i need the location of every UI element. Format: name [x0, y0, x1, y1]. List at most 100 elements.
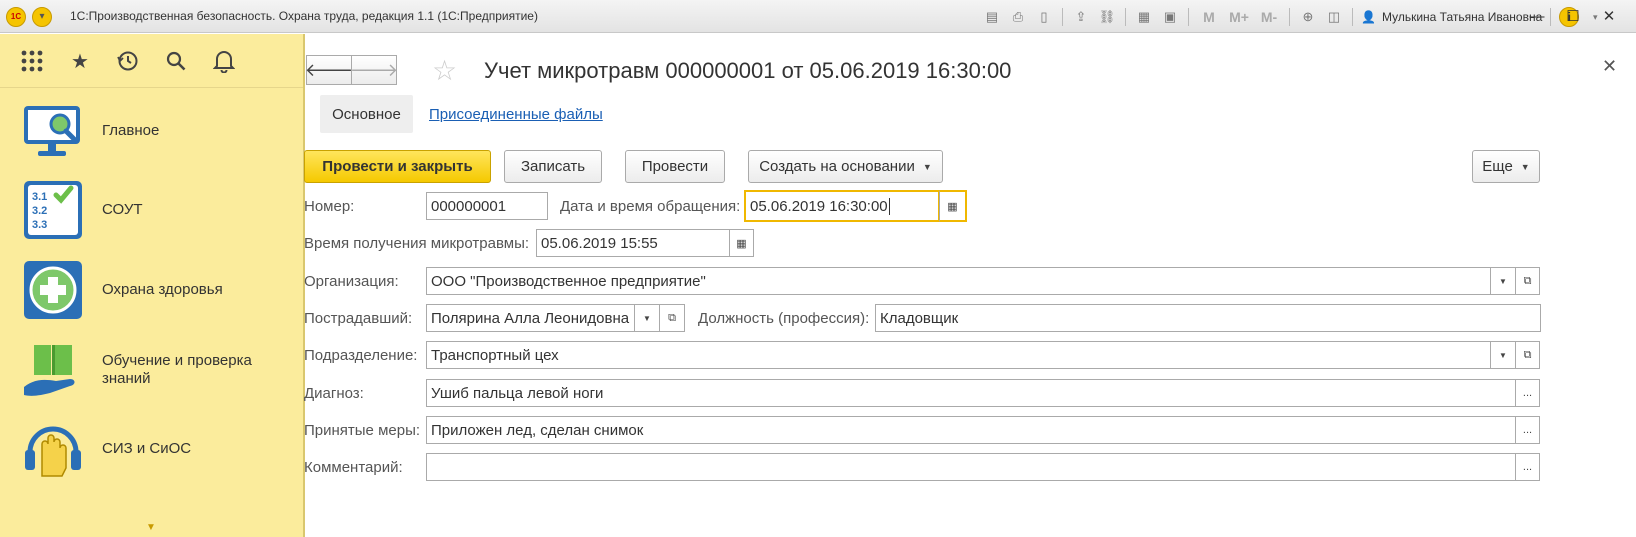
memory-subtract-button[interactable]: M-: [1257, 7, 1281, 27]
section-label: Главное: [102, 122, 160, 139]
checklist-icon: 3.1 3.2 3.3: [24, 181, 82, 239]
upload-icon[interactable]: ⇪: [1071, 7, 1091, 27]
minimize-icon[interactable]: —: [1524, 5, 1550, 27]
text-cursor: [888, 197, 890, 215]
toolbar-divider: [1289, 8, 1290, 26]
appeal-datetime-value: 05.06.2019 16:30:00: [750, 197, 888, 215]
open-icon[interactable]: ⧉: [659, 304, 685, 332]
tab-main[interactable]: Основное: [320, 95, 413, 133]
section-label: Обучение и проверка знаний: [102, 352, 252, 387]
favorites-icon[interactable]: ★: [66, 47, 94, 75]
notifications-bell-icon[interactable]: [210, 47, 238, 75]
create-based-on-button[interactable]: Создать на основании ▼: [748, 150, 943, 183]
grid-menu-icon[interactable]: [18, 47, 46, 75]
post-button[interactable]: Провести: [625, 150, 725, 183]
chevron-down-icon: ▼: [1520, 161, 1530, 172]
toolbar-divider: [1352, 8, 1353, 26]
titlebar-toolbar: ▤ ⎙ ▯ ⇪ ⛓ ▦ ▣ M M+ M- ⊕ ◫ 👤 Мулькина Тат…: [982, 6, 1605, 28]
section-sout[interactable]: 3.1 3.2 3.3 СОУТ: [22, 175, 292, 245]
toolbar-divider: [1125, 8, 1126, 26]
measures-label: Принятые меры:: [304, 422, 421, 439]
measures-field[interactable]: Приложен лед, сделан снимок: [426, 416, 1516, 444]
sections-panel: ★ Главное 3.1 3.2 3.3 СОУТ Охрана здоров…: [0, 34, 305, 537]
injury-time-field[interactable]: 05.06.2019 15:55: [536, 229, 730, 257]
memory-button[interactable]: M: [1197, 7, 1221, 27]
forward-arrow-icon[interactable]: 🡒: [350, 55, 398, 85]
department-field[interactable]: Транспортный цех: [426, 341, 1491, 369]
sidebar-toolbar: ★: [0, 34, 303, 88]
more-button[interactable]: Еще ▼: [1472, 150, 1540, 183]
diagnosis-field[interactable]: Ушиб пальца левой ноги: [426, 379, 1516, 407]
book-hand-icon: [24, 345, 75, 396]
save-button[interactable]: Записать: [504, 150, 602, 183]
position-field[interactable]: Кладовщик: [875, 304, 1541, 332]
app-logo-icon: 1С: [6, 7, 26, 27]
open-icon[interactable]: ⧉: [1515, 267, 1540, 295]
number-label: Номер:: [304, 198, 355, 215]
section-health[interactable]: Охрана здоровья: [22, 255, 292, 325]
victim-field[interactable]: Полярина Алла Леонидовна: [426, 304, 635, 332]
window-close-icon[interactable]: ✕: [1596, 5, 1622, 27]
appeal-datetime-field[interactable]: 05.06.2019 16:30:00: [744, 190, 940, 222]
document-form: 🡐 🡒 ☆ Учет микротравм 000000001 от 05.06…: [304, 34, 1636, 537]
chevron-down-icon[interactable]: ▼: [1490, 341, 1516, 369]
more-label: Еще: [1482, 158, 1513, 175]
create-based-on-label: Создать на основании: [759, 158, 915, 175]
close-icon[interactable]: ✕: [1602, 56, 1617, 77]
select-ellipsis-button[interactable]: ...: [1515, 453, 1540, 481]
calendar-icon[interactable]: ▣: [1160, 7, 1180, 27]
organization-field[interactable]: ООО "Производственное предприятие": [426, 267, 1491, 295]
select-ellipsis-button[interactable]: ...: [1515, 379, 1540, 407]
save-icon[interactable]: ▤: [982, 7, 1002, 27]
page-title: Учет микротравм 000000001 от 05.06.2019 …: [484, 58, 1012, 83]
back-arrow-icon[interactable]: 🡐: [305, 55, 353, 85]
link-icon[interactable]: ⛓: [1097, 7, 1117, 27]
select-ellipsis-button[interactable]: ...: [1515, 416, 1540, 444]
search-icon[interactable]: [162, 47, 190, 75]
medical-cross-icon: [24, 261, 82, 319]
history-icon[interactable]: [114, 47, 142, 75]
open-icon[interactable]: ⧉: [1515, 341, 1540, 369]
calendar-icon[interactable]: ▦: [939, 190, 967, 222]
user-icon: 👤: [1361, 10, 1376, 24]
department-label: Подразделение:: [304, 347, 418, 364]
chevron-down-icon[interactable]: ▼: [634, 304, 660, 332]
section-ppe[interactable]: СИЗ и СиОС: [22, 414, 292, 484]
post-and-close-button[interactable]: Провести и закрыть: [304, 150, 491, 183]
organization-label: Организация:: [304, 273, 399, 290]
current-user[interactable]: Мулькина Татьяна Ивановна: [1382, 10, 1542, 24]
window-titlebar: 1С ▾ 1С:Производственная безопасность. О…: [0, 0, 1636, 33]
injury-time-label: Время получения микротравмы:: [304, 235, 530, 252]
comment-field[interactable]: [426, 453, 1516, 481]
section-main[interactable]: Главное: [22, 96, 292, 166]
checklist-line: 3.3: [32, 219, 47, 231]
calendar-icon[interactable]: ▦: [729, 229, 754, 257]
calculator-icon[interactable]: ▦: [1134, 7, 1154, 27]
favorite-star-icon[interactable]: ☆: [432, 54, 457, 87]
memory-add-button[interactable]: M+: [1227, 7, 1251, 27]
print-icon[interactable]: ⎙: [1008, 7, 1028, 27]
toolbar-divider: [1062, 8, 1063, 26]
scroll-more-icon[interactable]: ▼: [146, 522, 156, 533]
victim-label: Пострадавший:: [304, 310, 413, 327]
main-menu-button[interactable]: ▾: [32, 7, 52, 27]
toolbar-divider: [1188, 8, 1189, 26]
zoom-icon[interactable]: ⊕: [1298, 7, 1318, 27]
window-title: 1С:Производственная безопасность. Охрана…: [70, 9, 538, 23]
comment-label: Комментарий:: [304, 459, 403, 476]
checklist-line: 3.1: [32, 191, 47, 203]
chevron-down-icon[interactable]: ▼: [1490, 267, 1516, 295]
panels-icon[interactable]: ◫: [1324, 7, 1344, 27]
appeal-datetime-label: Дата и время обращения:: [560, 198, 741, 215]
section-label: Охрана здоровья: [102, 281, 223, 298]
tab-attached-files[interactable]: Присоединенные файлы: [429, 106, 603, 123]
monitor-search-icon: [24, 106, 80, 156]
preview-icon[interactable]: ▯: [1034, 7, 1054, 27]
number-field[interactable]: 000000001: [426, 192, 548, 220]
maximize-icon[interactable]: ☐: [1560, 5, 1586, 27]
chevron-down-icon: ▼: [922, 161, 932, 172]
position-label: Должность (профессия):: [698, 310, 870, 327]
window-controls: — ☐ ✕: [1524, 5, 1622, 27]
section-training[interactable]: Обучение и проверка знаний: [22, 335, 292, 405]
section-label: СИЗ и СиОС: [102, 440, 192, 457]
